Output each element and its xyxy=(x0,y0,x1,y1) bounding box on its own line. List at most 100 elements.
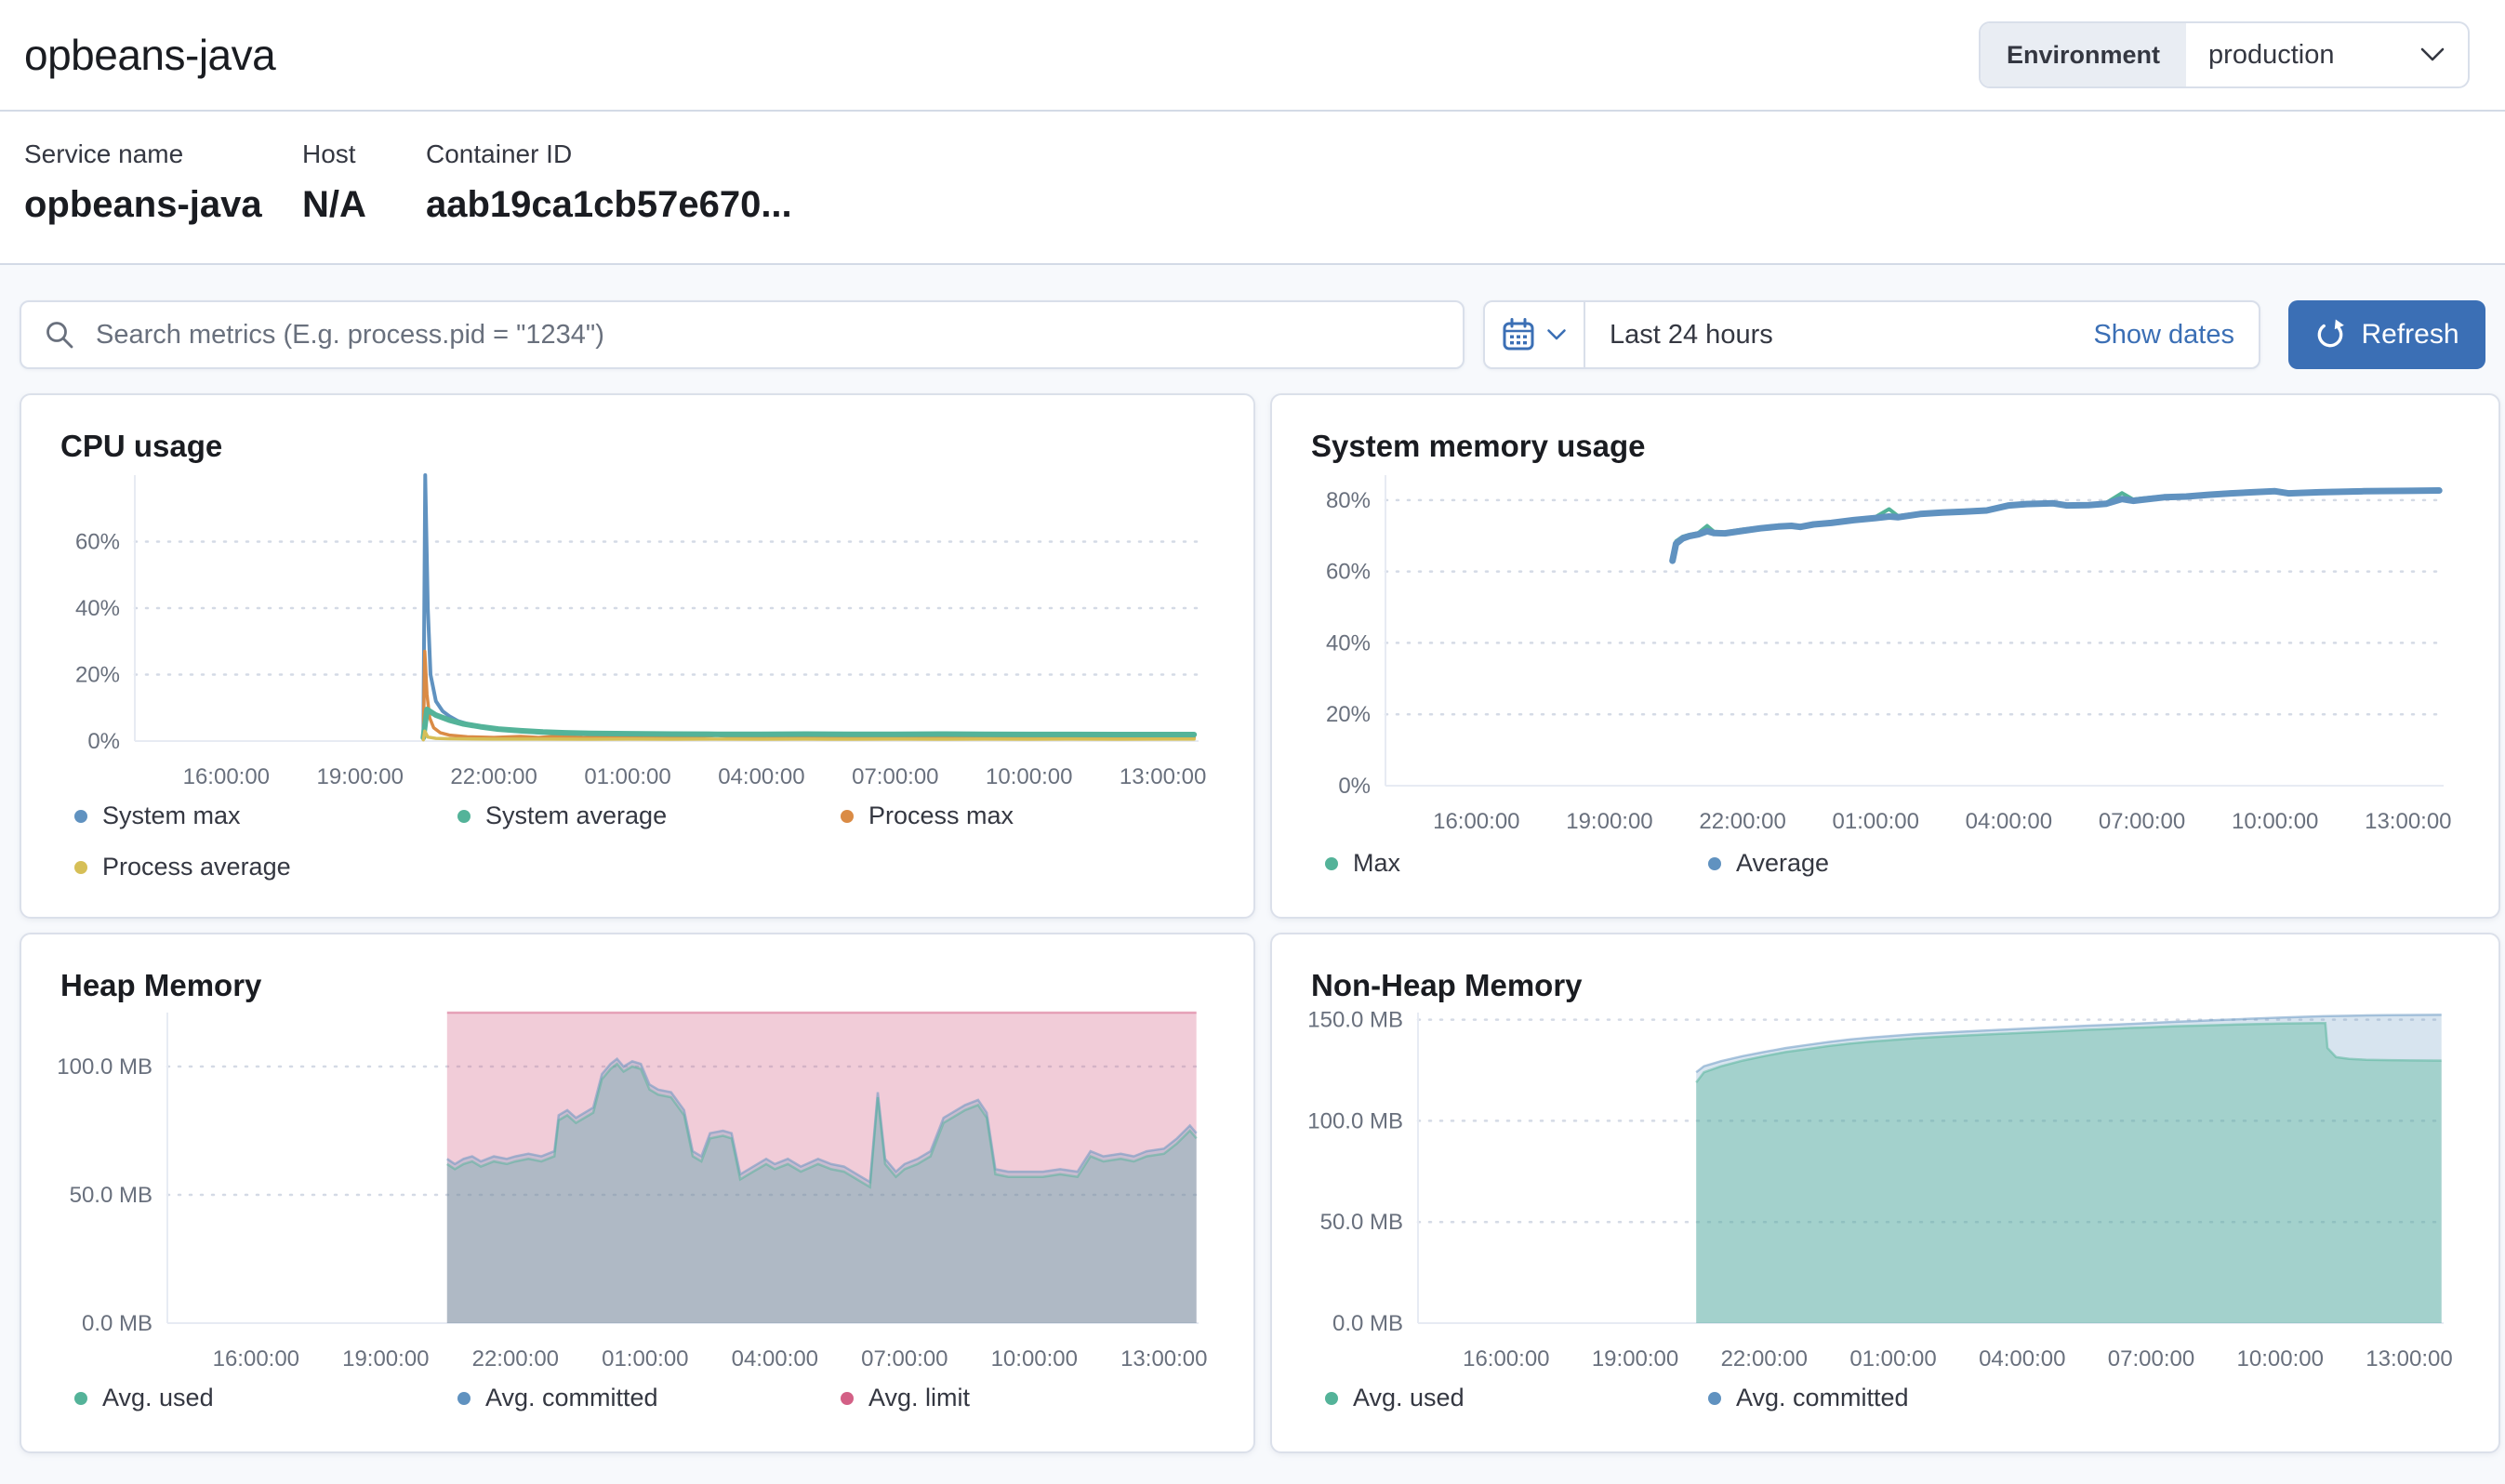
search-icon xyxy=(44,319,75,351)
system-memory-chart: 0%20%40%60%80%16:00:0019:00:0022:00:0001… xyxy=(1302,468,2469,846)
cpu-usage-legend: System max System average Process max Proce… xyxy=(74,802,1224,911)
search-box[interactable] xyxy=(20,300,1465,369)
time-range-value[interactable]: Last 24 hours xyxy=(1585,320,2069,351)
calendar-icon xyxy=(1502,317,1535,352)
svg-text:01:00:00: 01:00:00 xyxy=(584,764,670,789)
legend-item[interactable]: System max xyxy=(74,802,457,830)
refresh-icon xyxy=(2314,319,2346,351)
show-dates-link[interactable]: Show dates xyxy=(2069,320,2259,351)
svg-text:40%: 40% xyxy=(1326,630,1371,656)
legend-dot xyxy=(1708,857,1721,870)
charts-grid: CPU usage 0% 20% 40% 60% 16:00:00 19:00:00 22:… xyxy=(20,393,2485,1453)
host-label: Host xyxy=(302,139,426,169)
legend-dot xyxy=(457,1392,471,1405)
svg-text:50.0 MB: 50.0 MB xyxy=(70,1183,152,1208)
legend-item[interactable]: Average xyxy=(1708,849,2091,878)
svg-text:0%: 0% xyxy=(1338,774,1371,799)
legend-item[interactable]: Avg. used xyxy=(74,1384,457,1412)
svg-text:13:00:00: 13:00:00 xyxy=(2365,809,2451,834)
legend-dot xyxy=(74,861,87,874)
host-value: N/A xyxy=(302,184,426,226)
legend-dot xyxy=(1708,1392,1721,1405)
cpu-usage-title: CPU usage xyxy=(60,429,1224,464)
heap-memory-legend: Avg. used Avg. committed Avg. limit xyxy=(74,1384,1224,1442)
refresh-button[interactable]: Refresh xyxy=(2288,300,2485,369)
legend-item[interactable]: Max xyxy=(1325,849,1708,878)
svg-text:04:00:00: 04:00:00 xyxy=(732,1346,818,1371)
svg-text:20%: 20% xyxy=(75,663,120,688)
service-name-value: opbeans-java xyxy=(24,184,302,226)
legend-item[interactable]: Avg. committed xyxy=(1708,1384,2091,1412)
svg-text:22:00:00: 22:00:00 xyxy=(1699,809,1785,834)
cpu-usage-plot: 0%20%40%60%16:00:0019:00:0022:00:0001:00… xyxy=(51,468,1223,797)
legend-dot xyxy=(1325,1392,1338,1405)
non-heap-memory-plot: 0.0 MB50.0 MB100.0 MB150.0 MB16:00:0019:… xyxy=(1302,1007,2468,1379)
legend-label: System average xyxy=(485,802,667,830)
svg-text:19:00:00: 19:00:00 xyxy=(342,1346,429,1371)
cpu-usage-chart: 0%20%40%60%16:00:0019:00:0022:00:0001:00… xyxy=(51,468,1224,802)
refresh-label: Refresh xyxy=(2361,319,2459,351)
legend-dot xyxy=(457,810,471,823)
legend-label: Avg. limit xyxy=(868,1384,970,1412)
svg-text:13:00:00: 13:00:00 xyxy=(1120,1346,1207,1371)
svg-text:10:00:00: 10:00:00 xyxy=(986,764,1072,789)
svg-text:22:00:00: 22:00:00 xyxy=(1721,1346,1808,1371)
legend-item[interactable]: System average xyxy=(457,802,841,830)
chevron-down-icon xyxy=(2419,46,2445,63)
legend-item[interactable]: Avg. used xyxy=(1325,1384,1708,1412)
legend-label: Process max xyxy=(868,802,1014,830)
date-picker: Last 24 hours Show dates xyxy=(1483,300,2260,369)
search-input[interactable] xyxy=(94,319,1453,351)
system-memory-title: System memory usage xyxy=(1311,429,2469,464)
svg-text:60%: 60% xyxy=(75,530,120,555)
svg-text:10:00:00: 10:00:00 xyxy=(2232,809,2318,834)
metrics-toolbar: Last 24 hours Show dates Refresh xyxy=(20,300,2485,369)
svg-text:07:00:00: 07:00:00 xyxy=(2099,809,2185,834)
svg-text:04:00:00: 04:00:00 xyxy=(718,764,804,789)
container-id-block: Container ID aab19ca1cb57e670... xyxy=(426,139,2481,226)
cpu-usage-card: CPU usage 0%20%40%60%16:00:0019:00:0022:… xyxy=(20,393,1255,919)
svg-text:19:00:00: 19:00:00 xyxy=(317,764,404,789)
svg-text:10:00:00: 10:00:00 xyxy=(991,1346,1078,1371)
svg-text:01:00:00: 01:00:00 xyxy=(1833,809,1919,834)
legend-item[interactable]: Avg. limit xyxy=(841,1384,1224,1412)
service-info-bar: Service name opbeans-java Host N/A Conta… xyxy=(0,112,2505,265)
legend-dot xyxy=(74,1392,87,1405)
legend-label: Avg. committed xyxy=(485,1384,658,1412)
legend-item[interactable]: Process average xyxy=(74,853,457,881)
svg-text:0%: 0% xyxy=(87,729,120,754)
heap-memory-plot: 0.0 MB50.0 MB100.0 MB16:00:0019:00:0022:… xyxy=(51,1007,1223,1379)
svg-text:07:00:00: 07:00:00 xyxy=(2108,1346,2194,1371)
legend-item[interactable]: Avg. committed xyxy=(457,1384,841,1412)
system-memory-legend: Max Average xyxy=(1325,849,2469,908)
calendar-menu-button[interactable] xyxy=(1485,302,1585,367)
svg-text:16:00:00: 16:00:00 xyxy=(1463,1346,1549,1371)
svg-text:40%: 40% xyxy=(75,596,120,621)
legend-label: Avg. used xyxy=(1353,1384,1465,1412)
svg-text:16:00:00: 16:00:00 xyxy=(1433,809,1519,834)
svg-text:50.0 MB: 50.0 MB xyxy=(1320,1210,1403,1235)
environment-select[interactable]: Environment production xyxy=(1979,21,2470,88)
legend-label: Avg. used xyxy=(102,1384,214,1412)
non-heap-memory-title: Non-Heap Memory xyxy=(1311,968,2469,1003)
legend-item[interactable]: Process max xyxy=(841,802,1224,830)
svg-text:100.0 MB: 100.0 MB xyxy=(57,1054,152,1080)
svg-text:07:00:00: 07:00:00 xyxy=(852,764,938,789)
svg-text:01:00:00: 01:00:00 xyxy=(1849,1346,1936,1371)
page-header: opbeans-java Environment production xyxy=(0,0,2505,112)
svg-text:20%: 20% xyxy=(1326,702,1371,727)
legend-dot xyxy=(841,810,854,823)
svg-text:80%: 80% xyxy=(1326,488,1371,513)
svg-text:150.0 MB: 150.0 MB xyxy=(1307,1008,1403,1033)
service-name-label: Service name xyxy=(24,139,302,169)
non-heap-memory-legend: Avg. used Avg. committed xyxy=(1325,1384,2469,1442)
system-memory-card: System memory usage 0%20%40%60%80%16:00:… xyxy=(1270,393,2500,919)
legend-label: Max xyxy=(1353,849,1400,878)
legend-dot xyxy=(841,1392,854,1405)
environment-value[interactable]: production xyxy=(2186,23,2468,86)
heap-memory-card: Heap Memory 0.0 MB50.0 MB100.0 MB16:00:0… xyxy=(20,933,1255,1453)
svg-text:07:00:00: 07:00:00 xyxy=(861,1346,948,1371)
svg-text:13:00:00: 13:00:00 xyxy=(1120,764,1206,789)
container-id-label: Container ID xyxy=(426,139,2481,169)
svg-text:16:00:00: 16:00:00 xyxy=(213,1346,299,1371)
